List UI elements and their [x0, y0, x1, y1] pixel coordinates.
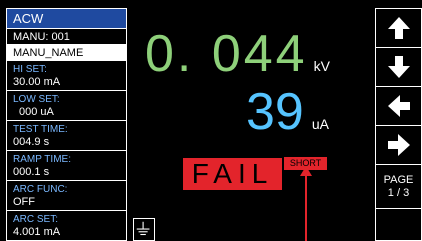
fail-badge: FAIL [183, 158, 282, 190]
callout-arrow-head-icon [300, 166, 312, 176]
low-set-value: 000 uA [19, 106, 54, 118]
arrow-up-icon [387, 17, 410, 39]
mode-title[interactable]: ACW [7, 9, 126, 29]
settings-sidebar: ACW MANU: 001 MANU_NAME HI SET: 30.00 mA… [6, 8, 127, 241]
ground-icon [136, 221, 150, 236]
arc-set-label: ARC SET: [13, 214, 59, 225]
page-value: 1 / 3 [387, 186, 410, 199]
current-value: 39 [246, 83, 304, 141]
ramp-time-item[interactable]: RAMP TIME: 000.1 s [7, 151, 126, 181]
ground-button[interactable] [133, 218, 155, 241]
voltage-value: 0. 044 [145, 25, 308, 83]
arc-func-value: OFF [13, 196, 35, 208]
voltage-unit: kV [313, 58, 330, 74]
blank-button[interactable] [375, 208, 422, 241]
manu-name[interactable]: MANU_NAME [7, 45, 126, 61]
arrow-down-icon [387, 56, 410, 78]
down-button[interactable] [375, 47, 422, 87]
left-button[interactable] [375, 86, 422, 126]
hi-set-item[interactable]: HI SET: 30.00 mA [7, 61, 126, 91]
arc-func-item[interactable]: ARC FUNC: OFF [7, 181, 126, 211]
up-button[interactable] [375, 8, 422, 48]
arrow-right-icon [387, 134, 410, 156]
current-unit: uA [311, 116, 329, 132]
test-time-value: 004.9 s [13, 136, 50, 148]
hi-set-label: HI SET: [13, 64, 47, 75]
nav-panel: PAGE 1 / 3 [375, 8, 422, 241]
arc-func-label: ARC FUNC: [13, 184, 68, 195]
arc-set-item[interactable]: ARC SET: 4.001 mA [7, 211, 126, 240]
manu-number[interactable]: MANU: 001 [7, 29, 126, 45]
low-set-item[interactable]: LOW SET: 000 uA [7, 91, 126, 121]
hi-set-value: 30.00 mA [13, 76, 61, 88]
ramp-time-label: RAMP TIME: [13, 154, 71, 165]
page-button[interactable]: PAGE 1 / 3 [375, 164, 422, 209]
test-time-label: TEST TIME: [13, 124, 68, 135]
page-label: PAGE [383, 173, 414, 186]
current-readout: 39 uA [246, 84, 329, 140]
low-set-label: LOW SET: [13, 94, 60, 105]
voltage-readout: 0. 044 kV [145, 26, 330, 82]
callout-arrow-line [305, 170, 307, 241]
ramp-time-value: 000.1 s [13, 166, 50, 178]
arrow-left-icon [387, 95, 410, 117]
arc-set-value: 4.001 mA [13, 226, 61, 238]
test-time-item[interactable]: TEST TIME: 004.9 s [7, 121, 126, 151]
right-button[interactable] [375, 125, 422, 165]
